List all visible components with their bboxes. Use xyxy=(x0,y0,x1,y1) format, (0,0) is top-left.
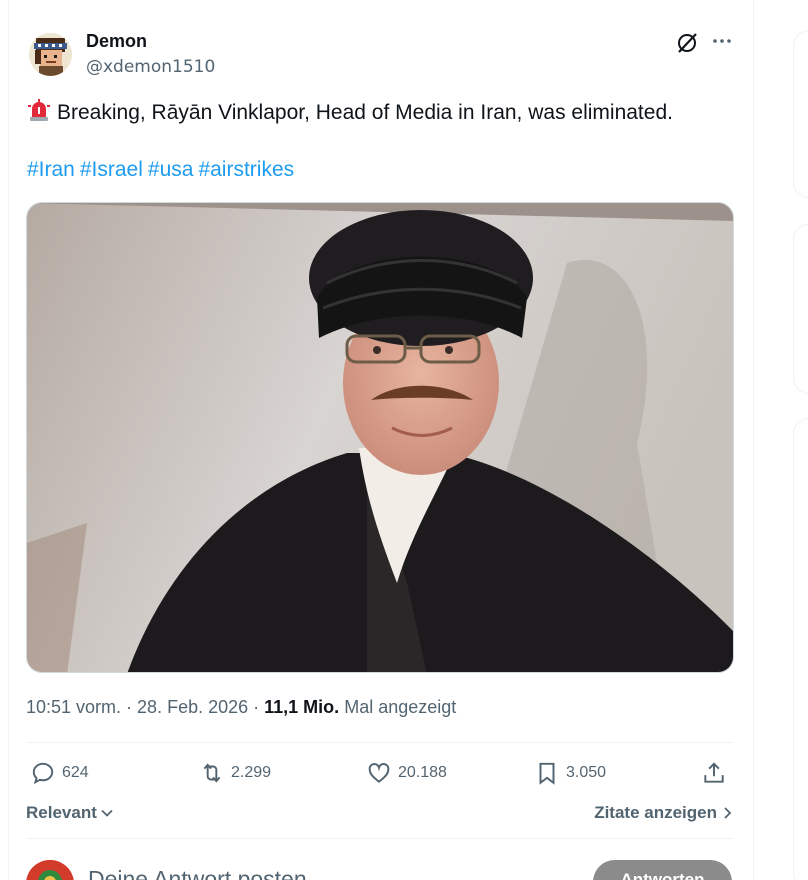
reply-input[interactable]: Deine Antwort posten xyxy=(88,866,307,880)
user-avatar-icon xyxy=(26,860,74,880)
sort-dropdown[interactable]: Relevant xyxy=(26,803,114,823)
divider xyxy=(26,838,734,839)
reply-icon xyxy=(32,762,54,785)
sidebar-card xyxy=(793,418,808,880)
post-metadata: 10:51 vorm. · 28. Feb. 2026 · 11,1 Mio. … xyxy=(26,697,456,718)
bookmark-icon xyxy=(539,762,555,785)
bookmark-count: 3.050 xyxy=(566,764,607,781)
reply-button[interactable]: 624 xyxy=(30,760,89,786)
heart-icon xyxy=(368,763,390,783)
pixel-art-avatar-icon xyxy=(29,33,72,76)
share-button[interactable] xyxy=(701,760,727,786)
photo-man-in-black-turban-icon xyxy=(27,203,733,672)
post-body: Breaking, Rāyān Vinklapor, Head of Media… xyxy=(57,101,673,124)
sidebar-card xyxy=(793,224,808,394)
meta-separator: · xyxy=(121,697,138,717)
user-avatar[interactable] xyxy=(26,860,74,880)
post-time[interactable]: 10:51 vorm. xyxy=(26,697,121,717)
like-button[interactable]: 20.188 xyxy=(366,760,447,786)
post-image[interactable] xyxy=(26,202,734,673)
sort-label: Relevant xyxy=(26,803,97,822)
repost-count: 2.299 xyxy=(231,764,272,781)
more-options-icon[interactable] xyxy=(710,29,734,53)
divider xyxy=(26,742,734,743)
post-date[interactable]: 28. Feb. 2026 xyxy=(137,697,248,717)
hashtag-link[interactable]: #airstrikes xyxy=(198,158,294,181)
bookmark-button[interactable]: 3.050 xyxy=(534,760,606,786)
rotating-light-icon xyxy=(27,98,51,130)
hashtag-link[interactable]: #Iran xyxy=(27,158,75,181)
repost-icon xyxy=(203,763,221,783)
views-label: Mal angezeigt xyxy=(344,697,457,717)
like-count: 20.188 xyxy=(398,764,447,781)
column-border-right xyxy=(753,0,754,880)
chevron-down-icon xyxy=(101,809,113,817)
meta-separator: · xyxy=(248,697,265,717)
hashtags: #Iran #Israel #usa #airstrikes xyxy=(27,158,299,182)
author-name[interactable]: Demon xyxy=(86,31,147,52)
reply-count: 624 xyxy=(62,764,89,781)
chevron-right-icon xyxy=(724,807,732,819)
view-quotes-link[interactable]: Zitate anzeigen xyxy=(594,803,733,823)
views-count: 11,1 Mio. xyxy=(264,697,340,717)
hashtag-link[interactable]: #usa xyxy=(148,158,194,181)
repost-button[interactable]: 2.299 xyxy=(199,760,271,786)
quotes-label: Zitate anzeigen xyxy=(594,803,717,822)
share-icon xyxy=(704,762,724,783)
hashtag-link[interactable]: #Israel xyxy=(80,158,143,181)
sidebar-card xyxy=(793,30,808,198)
avatar[interactable] xyxy=(29,33,72,76)
post: Demon @xdemon1510 Breaking, Rāyān Vinkla… xyxy=(9,0,753,880)
reply-submit-button[interactable]: Antworten xyxy=(593,860,732,880)
post-text: Breaking, Rāyān Vinklapor, Head of Media… xyxy=(27,98,673,130)
grok-icon[interactable] xyxy=(675,31,699,55)
author-handle[interactable]: @xdemon1510 xyxy=(86,57,215,77)
